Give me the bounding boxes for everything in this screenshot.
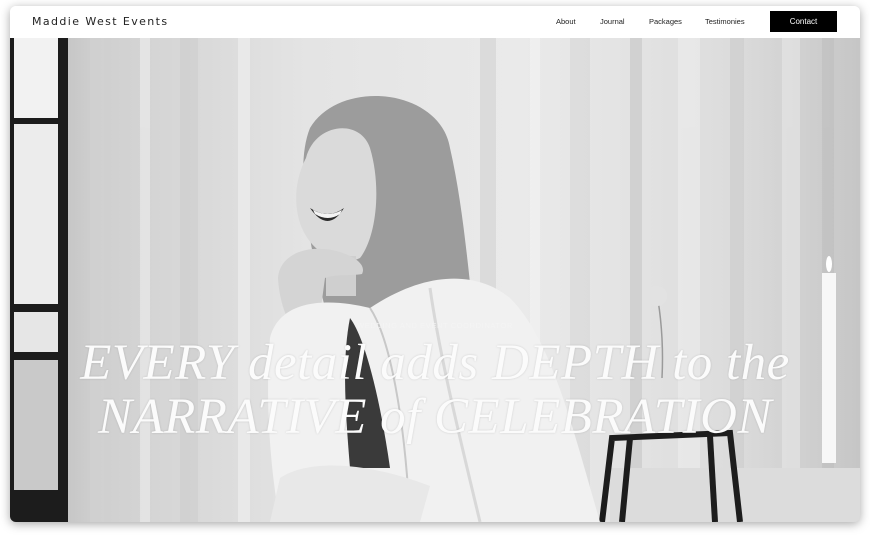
window-pane bbox=[14, 124, 58, 304]
brand-logo[interactable]: Maddie West Events bbox=[32, 15, 169, 28]
candle-flame bbox=[826, 256, 832, 272]
contact-button[interactable]: Contact bbox=[770, 11, 837, 32]
hero-headline-line1: EVERY detail adds DEPTH to the bbox=[80, 335, 790, 391]
site-header: Maddie West Events About Journal Package… bbox=[10, 6, 860, 38]
hero-eyebrow: WEDDING AND EVENT COORDINATOR bbox=[357, 321, 513, 330]
flower bbox=[647, 286, 667, 306]
nav-about[interactable]: About bbox=[556, 17, 576, 26]
nav-testimonies[interactable]: Testimonies bbox=[705, 17, 745, 26]
window-pane bbox=[14, 38, 58, 118]
hero-section: WEDDING AND EVENT COORDINATOR EVERY deta… bbox=[10, 38, 860, 522]
hero-headline: EVERY detail adds DEPTH to the NARRATIVE… bbox=[10, 336, 860, 444]
hero-photo bbox=[10, 38, 860, 522]
nav-packages[interactable]: Packages bbox=[649, 17, 682, 26]
hero-headline-line2: NARRATIVE of CELEBRATION bbox=[97, 389, 772, 445]
nav-journal[interactable]: Journal bbox=[600, 17, 625, 26]
browser-frame: Maddie West Events About Journal Package… bbox=[10, 6, 860, 522]
